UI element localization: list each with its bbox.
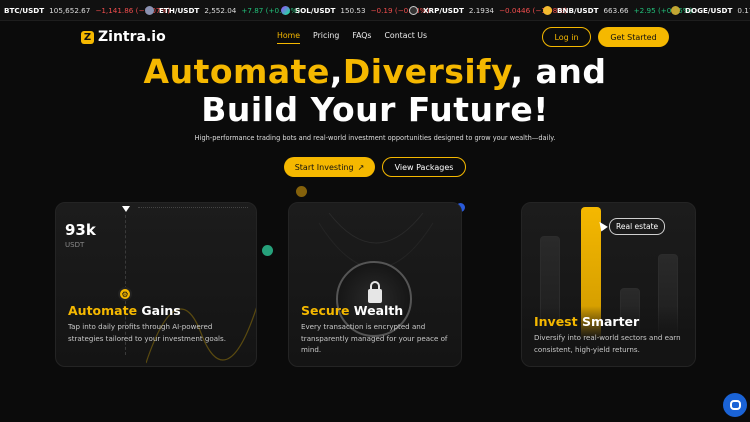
nav-pricing[interactable]: Pricing bbox=[313, 31, 339, 44]
card-title-rest: Wealth bbox=[349, 303, 404, 318]
ticker-price: 663.66 bbox=[603, 6, 629, 15]
start-investing-label: Start Investing bbox=[294, 162, 354, 172]
card-title-accent: Automate bbox=[68, 303, 138, 318]
ticker-item[interactable]: BNB/USDT 663.66 +2.95 (+0.45%) bbox=[543, 0, 692, 20]
ticker-symbol: DOGE/USDT bbox=[685, 6, 733, 15]
timeline-ticks bbox=[138, 207, 248, 212]
feature-card-automate: 93k USDT ⚙ Automate Gains Tap into daily… bbox=[55, 202, 257, 367]
brand-logo[interactable]: Z Zintra.io bbox=[81, 29, 166, 45]
doge-coin-icon bbox=[671, 6, 680, 15]
nav-home[interactable]: Home bbox=[277, 31, 301, 44]
category-tag: Real estate bbox=[609, 218, 666, 235]
hero-comma: , bbox=[329, 52, 343, 91]
chat-icon bbox=[729, 400, 741, 410]
hero-heading-line2: Build Your Future! bbox=[201, 90, 549, 129]
robot-icon: ⚙ bbox=[118, 287, 132, 301]
hero-word-diversify: Diversify bbox=[342, 52, 511, 91]
arrow-up-right-icon: ↗ bbox=[357, 162, 365, 172]
ticker-symbol: SOL/USDT bbox=[295, 6, 336, 15]
ticker-item[interactable]: SOL/USDT 150.53 −0.19 (−0.13%) bbox=[281, 0, 429, 20]
chat-support-button[interactable] bbox=[723, 393, 747, 417]
bnb-coin-icon bbox=[543, 6, 552, 15]
marker-triangle-icon bbox=[122, 206, 130, 212]
nav-contact[interactable]: Contact Us bbox=[384, 31, 427, 44]
price-ticker: BTC/USDT 105,652.67 −1,141.86 (−1.07%) E… bbox=[0, 0, 750, 21]
feature-card-secure: Secure Wealth Every transaction is encry… bbox=[288, 202, 462, 367]
ticker-price: 150.53 bbox=[340, 6, 366, 15]
ticker-price: 2,552.04 bbox=[204, 6, 237, 15]
ticker-price: 105,652.67 bbox=[49, 6, 91, 15]
ticker-item[interactable]: ETH/USDT 2,552.04 +7.87 (+0.31%) bbox=[145, 0, 300, 20]
start-investing-button[interactable]: Start Investing ↗ bbox=[284, 157, 375, 177]
xrp-coin-icon bbox=[409, 6, 418, 15]
ticker-symbol: BTC/USDT bbox=[4, 6, 45, 15]
ticker-symbol: XRP/USDT bbox=[423, 6, 464, 15]
feature-card-invest: Real estate Invest Smarter Diversify int… bbox=[521, 202, 696, 367]
card-title: Invest Smarter bbox=[534, 314, 639, 329]
ticker-item[interactable]: DOGE/USDT 0.17 bbox=[671, 0, 750, 20]
nav-faqs[interactable]: FAQs bbox=[352, 31, 371, 44]
stat-value: 93k bbox=[65, 221, 96, 239]
ticker-symbol: BNB/USDT bbox=[557, 6, 599, 15]
logo-icon: Z bbox=[81, 30, 94, 44]
card-title-accent: Secure bbox=[301, 303, 350, 318]
card-description: Every transaction is encrypted and trans… bbox=[301, 322, 448, 354]
card-description: Diversify into real-world sectors and ea… bbox=[534, 333, 681, 354]
lock-icon bbox=[368, 281, 382, 303]
card-title-accent: Invest bbox=[534, 314, 578, 329]
card-title-rest: Gains bbox=[137, 303, 181, 318]
tether-coin-icon bbox=[262, 245, 273, 256]
card-description: Tap into daily profits through AI-powere… bbox=[68, 322, 226, 343]
hero-heading: Automate,Diversify, and bbox=[0, 52, 750, 91]
sol-coin-icon bbox=[281, 6, 290, 15]
ticker-symbol: ETH/USDT bbox=[159, 6, 200, 15]
card-title: Automate Gains bbox=[68, 303, 181, 318]
ticker-price: 0.17 bbox=[737, 6, 750, 15]
get-started-button[interactable]: Get Started bbox=[598, 27, 669, 47]
eth-coin-icon bbox=[145, 6, 154, 15]
view-packages-button[interactable]: View Packages bbox=[382, 157, 466, 177]
ticker-price: 2.1934 bbox=[468, 6, 495, 15]
card-title: Secure Wealth bbox=[301, 303, 403, 318]
stat-unit: USDT bbox=[65, 241, 85, 249]
main-nav: Home Pricing FAQs Contact Us bbox=[277, 31, 427, 44]
brand-name: Zintra.io bbox=[98, 29, 166, 45]
coin-icon bbox=[296, 186, 307, 197]
card-title-rest: Smarter bbox=[577, 314, 640, 329]
login-button[interactable]: Log in bbox=[542, 27, 591, 47]
hero-word-and: , and bbox=[510, 52, 607, 91]
hero-word-automate: Automate bbox=[143, 52, 330, 91]
hero-subtitle: High-performance trading bots and real-w… bbox=[194, 134, 556, 142]
